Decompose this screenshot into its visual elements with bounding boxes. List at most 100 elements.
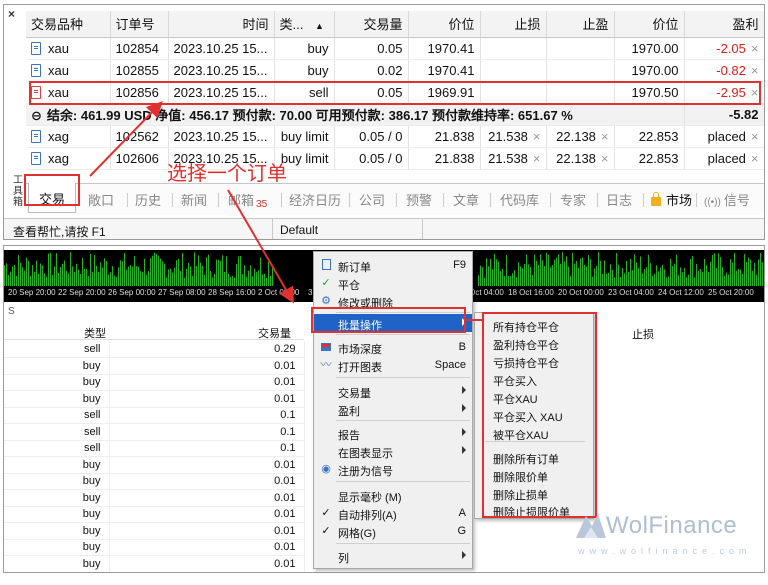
- col-sl[interactable]: 止损: [632, 326, 654, 342]
- trade-row[interactable]: sell 0.29: [4, 341, 305, 358]
- col-current-price[interactable]: 价位: [614, 11, 685, 38]
- col-symbol[interactable]: 交易品种: [26, 11, 111, 38]
- trade-row[interactable]: buy 0.01: [4, 555, 305, 572]
- trade-row[interactable]: sell 0.1: [4, 423, 305, 441]
- trade-row-selected[interactable]: buy0.01: [4, 572, 304, 573]
- col-time[interactable]: 时间: [168, 11, 275, 38]
- trade-row[interactable]: buy 0.01: [4, 473, 305, 490]
- submenu-delete-all-orders[interactable]: 删除所有订单: [493, 451, 559, 467]
- trade-row[interactable]: buy 0.01: [4, 506, 305, 523]
- tab-company[interactable]: 公司: [359, 190, 385, 209]
- col-volume[interactable]: 交易量: [258, 325, 291, 341]
- tab-code-base[interactable]: 代码库: [500, 190, 539, 209]
- tab-news[interactable]: 新闻: [181, 190, 207, 209]
- tick-bar: [690, 259, 691, 286]
- col-price[interactable]: 价位: [408, 11, 481, 38]
- remove-tp-icon[interactable]: ×: [601, 151, 609, 166]
- order-tp[interactable]: [546, 81, 615, 104]
- tab-history[interactable]: 历史: [135, 190, 161, 209]
- tick-bar: [746, 261, 747, 286]
- close-order-icon[interactable]: ×: [751, 85, 759, 100]
- col-volume[interactable]: 交易量: [334, 11, 409, 38]
- menu-register-signal[interactable]: ◉ 注册为信号: [314, 460, 472, 478]
- trade-row[interactable]: buy 0.01: [4, 390, 305, 408]
- submenu-close-xau[interactable]: 平仓XAU: [493, 391, 538, 407]
- trade-row[interactable]: buy 0.01: [4, 522, 305, 540]
- submenu-delete-stop-limit[interactable]: 删除止损限价单: [493, 504, 570, 520]
- tab-journal[interactable]: 日志: [606, 190, 632, 209]
- tick-bar: [198, 255, 199, 286]
- remove-tp-icon[interactable]: ×: [601, 129, 609, 144]
- submenu-close-losing[interactable]: 亏损持仓平仓: [493, 355, 559, 371]
- col-sl[interactable]: 止损: [480, 11, 547, 38]
- menu-show-on-chart[interactable]: 在图表显示: [314, 442, 472, 460]
- menu-columns[interactable]: 列: [314, 547, 472, 565]
- submenu-close-buy-xau[interactable]: 平仓买入 XAU: [493, 409, 563, 425]
- tab-experts[interactable]: 专家: [560, 190, 586, 209]
- tick-bar: [98, 271, 99, 286]
- remove-sl-icon[interactable]: ×: [533, 129, 541, 144]
- trade-row[interactable]: sell 0.1: [4, 440, 305, 457]
- trade-row[interactable]: buy 0.01: [4, 456, 305, 474]
- collapse-icon[interactable]: ⊖: [31, 108, 42, 123]
- menu-auto-arrange[interactable]: ✓ 自动排列(A) A: [314, 504, 472, 522]
- submenu-delete-limit[interactable]: 删除限价单: [493, 469, 548, 485]
- delete-order-icon[interactable]: ×: [751, 151, 759, 166]
- submenu-close-profitable[interactable]: 盈利持仓平仓: [493, 337, 559, 353]
- pending-order-row[interactable]: xag 102562 2023.10.25 15... buy limit 0.…: [26, 125, 764, 148]
- menu-bulk-operations[interactable]: 批量操作: [314, 314, 472, 332]
- submenu-close-buy[interactable]: 平仓买入: [493, 373, 537, 389]
- trade-row[interactable]: buy 0.01: [4, 489, 305, 507]
- tab-mailbox[interactable]: 邮箱 35: [228, 190, 267, 210]
- order-row[interactable]: xau 102855 2023.10.25 15... buy 0.02 197…: [26, 59, 764, 82]
- tab-articles[interactable]: 文章: [453, 190, 479, 209]
- tab-signals[interactable]: ((•)) 信号: [704, 190, 750, 209]
- delete-order-icon[interactable]: ×: [751, 129, 759, 144]
- pending-order-row[interactable]: xag 102606 2023.10.25 15... buy limit 0.…: [26, 147, 764, 170]
- tick-bar: [232, 275, 233, 286]
- tab-exposure[interactable]: 敞口: [88, 190, 114, 209]
- order-row-selected[interactable]: xau 102856 2023.10.25 15... sell 0.05 19…: [26, 81, 764, 104]
- menu-grid[interactable]: ✓ 网格(G) G: [314, 522, 472, 540]
- order-sl[interactable]: [480, 37, 547, 60]
- trade-row[interactable]: sell 0.1: [4, 407, 305, 424]
- col-tp[interactable]: 止盈: [546, 11, 615, 38]
- trade-row[interactable]: buy 0.01: [4, 374, 305, 391]
- menu-report[interactable]: 报告: [314, 424, 472, 442]
- submenu-delete-stop[interactable]: 删除止损单: [493, 487, 548, 503]
- menu-new-order[interactable]: 新订单 F9: [314, 256, 472, 274]
- close-order-icon[interactable]: ×: [751, 41, 759, 56]
- col-order[interactable]: 订单号: [110, 11, 169, 38]
- tab-market[interactable]: 市场: [651, 190, 692, 209]
- col-type[interactable]: 类... ▲: [274, 11, 335, 38]
- order-tp[interactable]: 22.138: [556, 151, 596, 166]
- tab-economic-calendar[interactable]: 经济日历: [289, 190, 341, 209]
- menu-modify-delete[interactable]: ⚙ 修改或删除: [314, 292, 472, 310]
- menu-profit[interactable]: 盈利: [314, 400, 472, 418]
- menu-market-depth[interactable]: 市场深度 B: [314, 338, 472, 356]
- order-tp[interactable]: [546, 37, 615, 60]
- tab-trade[interactable]: 交易: [28, 183, 77, 213]
- menu-show-milliseconds[interactable]: 显示毫秒 (M): [314, 486, 472, 504]
- order-tp[interactable]: [546, 59, 615, 82]
- menu-volume[interactable]: 交易量: [314, 382, 472, 400]
- tick-bar: [564, 261, 565, 286]
- remove-sl-icon[interactable]: ×: [533, 151, 541, 166]
- order-sl[interactable]: 21.538: [488, 151, 528, 166]
- menu-close-position[interactable]: ✓ 平仓: [314, 274, 472, 292]
- close-panel-icon[interactable]: ×: [8, 7, 15, 21]
- submenu-close-all[interactable]: 所有持仓平仓: [493, 319, 559, 335]
- order-sl[interactable]: 21.538: [488, 129, 528, 144]
- col-type[interactable]: 类型: [84, 325, 106, 341]
- order-tp[interactable]: 22.138: [556, 129, 596, 144]
- tab-alerts[interactable]: 预警: [406, 190, 432, 209]
- order-sl[interactable]: [480, 81, 547, 104]
- order-row[interactable]: xau 102854 2023.10.25 15... buy 0.05 197…: [26, 37, 764, 60]
- order-sl[interactable]: [480, 59, 547, 82]
- tick-bar: [676, 254, 677, 286]
- menu-open-chart[interactable]: 〰 打开图表 Space: [314, 356, 472, 374]
- trade-row[interactable]: buy 0.01: [4, 539, 305, 556]
- trade-row[interactable]: buy 0.01: [4, 357, 305, 375]
- close-order-icon[interactable]: ×: [751, 63, 759, 78]
- col-profit[interactable]: 盈利: [684, 11, 764, 38]
